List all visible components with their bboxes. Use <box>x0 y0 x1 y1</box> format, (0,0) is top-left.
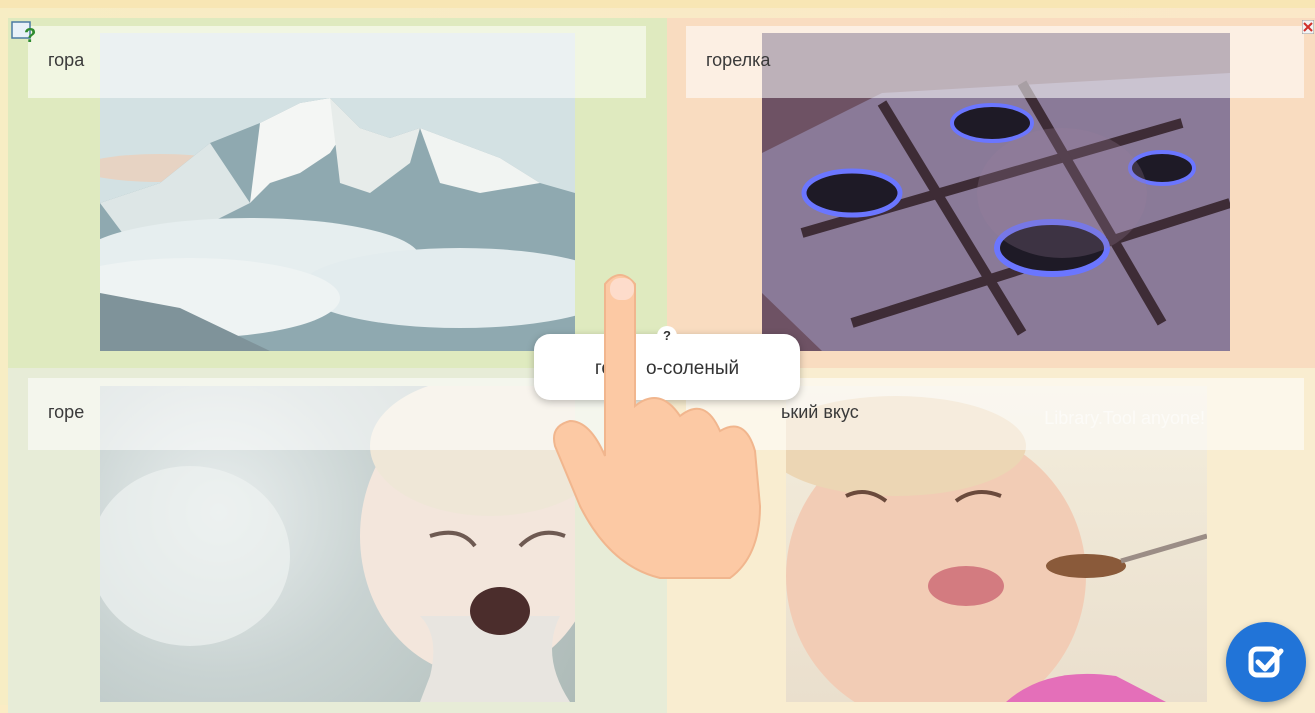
hand-pointer-icon <box>553 274 762 579</box>
watermark-text: Library.Tool anyone! <box>1044 408 1205 428</box>
close-icon[interactable] <box>1302 20 1314 34</box>
card-label-burner: горелка <box>686 26 1304 98</box>
svg-text:?: ? <box>24 25 36 46</box>
check-answer-button[interactable] <box>1226 622 1306 702</box>
check-icon <box>1248 646 1284 678</box>
help-question-icon[interactable]: ? <box>10 18 38 46</box>
card-label-mountain: гора <box>28 26 646 98</box>
exercise-board: гора горелка горе ький вкус Library.Tool… <box>0 0 1315 713</box>
